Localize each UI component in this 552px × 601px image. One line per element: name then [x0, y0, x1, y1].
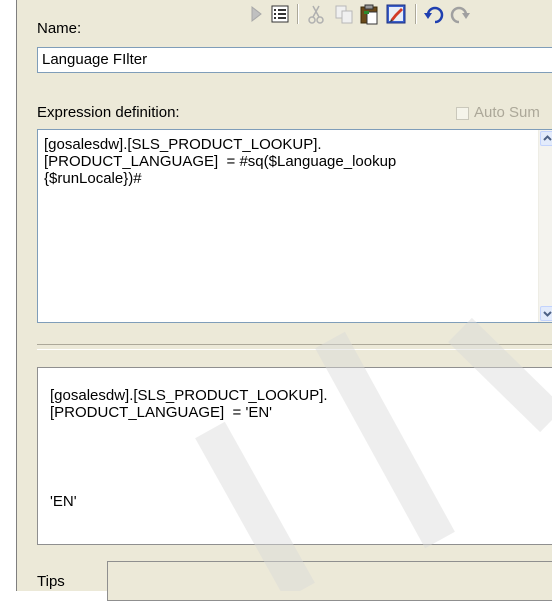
preview-value-text: 'EN'	[50, 493, 77, 510]
panel-splitter[interactable]	[37, 344, 552, 350]
name-label: Name:	[37, 20, 82, 37]
cut-icon[interactable]	[305, 3, 327, 25]
redo-icon[interactable]	[449, 3, 471, 25]
expression-textarea[interactable]: [gosalesdw].[SLS_PRODUCT_LOOKUP]. [PRODU…	[37, 129, 552, 323]
expression-editor-panel: Name: Language FIlter Expression definit…	[16, 0, 552, 601]
tips-box	[107, 561, 552, 601]
run-icon[interactable]	[245, 3, 267, 25]
auto-sum-checkbox[interactable]	[456, 107, 469, 120]
expression-text[interactable]: [gosalesdw].[SLS_PRODUCT_LOOKUP]. [PRODU…	[44, 136, 534, 187]
auto-sum-label: Auto Sum	[474, 104, 540, 121]
edit-icon[interactable]	[385, 3, 407, 25]
copy-icon[interactable]	[333, 3, 355, 25]
toolbar-separator	[415, 4, 417, 24]
preview-expression-text: [gosalesdw].[SLS_PRODUCT_LOOKUP]. [PRODU…	[50, 387, 328, 421]
properties-icon[interactable]	[269, 3, 291, 25]
toolbar-separator	[297, 4, 299, 24]
expression-definition-label: Expression definition:	[37, 104, 180, 121]
undo-icon[interactable]	[423, 3, 445, 25]
expression-preview-panel: [gosalesdw].[SLS_PRODUCT_LOOKUP]. [PRODU…	[37, 367, 552, 545]
scroll-up-button[interactable]	[540, 131, 552, 146]
toolbar	[245, 0, 552, 28]
name-input[interactable]: Language FIlter	[37, 47, 552, 73]
tips-label: Tips	[37, 573, 65, 590]
paste-icon[interactable]	[358, 3, 380, 25]
vertical-scrollbar[interactable]	[538, 130, 552, 322]
scroll-down-button[interactable]	[540, 306, 552, 321]
